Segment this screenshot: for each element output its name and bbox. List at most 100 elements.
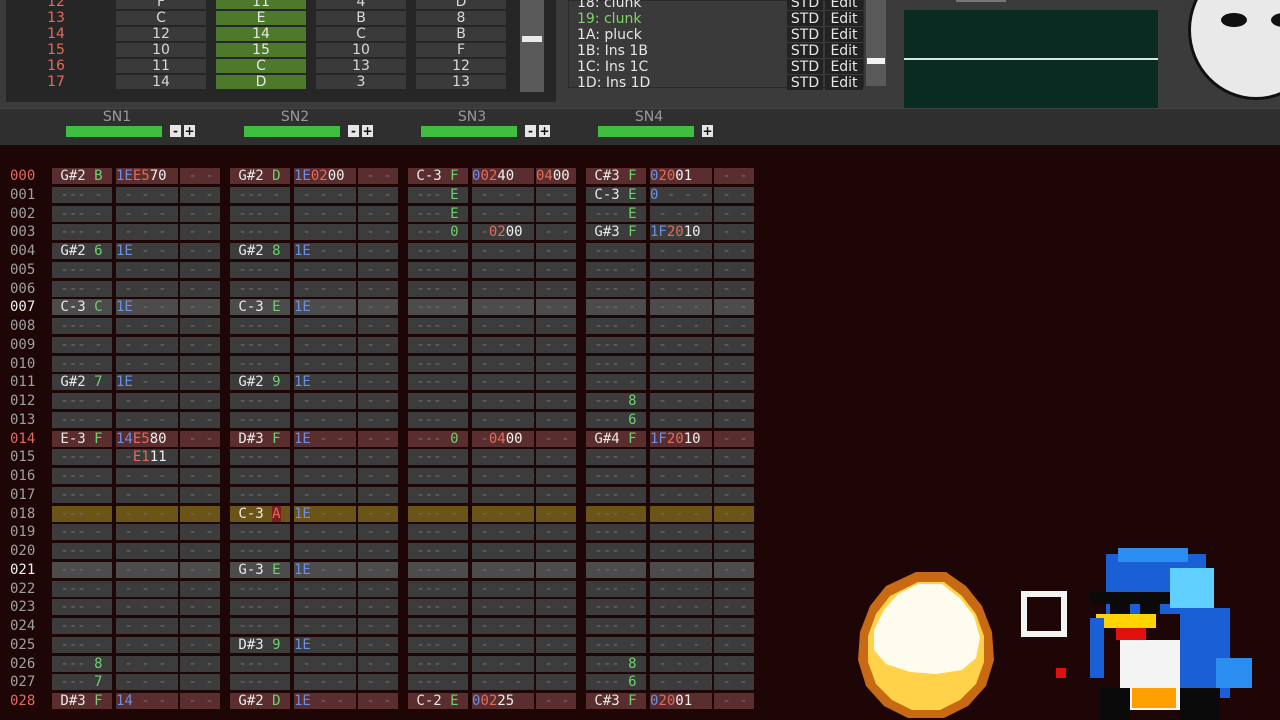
effect-cell[interactable]: - - - - <box>472 186 534 203</box>
note-cell[interactable]: --- - <box>52 618 112 634</box>
note-cell[interactable]: G#4 F <box>586 430 646 447</box>
effect2-cell[interactable]: - - <box>714 355 754 372</box>
effect-cell[interactable]: - - - - <box>650 318 712 334</box>
effect-cell[interactable]: - - - - <box>472 243 534 259</box>
effect2-cell[interactable]: - - <box>180 280 220 297</box>
effect2-cell[interactable]: - - <box>536 280 576 297</box>
order-cell[interactable]: 15 <box>216 43 306 57</box>
effect2-cell[interactable]: - - <box>358 580 398 597</box>
note-cell[interactable]: G-3 E <box>230 561 290 578</box>
note-cell[interactable]: D#3 F <box>230 430 290 447</box>
note-cell[interactable]: E-3 F <box>52 430 112 447</box>
note-cell[interactable]: --- - <box>408 355 468 372</box>
note-cell[interactable]: --- - <box>408 449 468 466</box>
effect-cell[interactable]: - - - - <box>650 374 712 391</box>
effect-cell[interactable]: - - - - <box>294 336 356 353</box>
effect-cell[interactable]: 1EE570 <box>116 168 178 184</box>
order-cell[interactable]: C <box>116 11 206 25</box>
effect2-cell[interactable]: - - <box>180 430 220 447</box>
note-cell[interactable]: --- - <box>408 468 468 484</box>
order-cell[interactable]: 12 <box>116 27 206 41</box>
effect-cell[interactable]: - - - - <box>294 674 356 691</box>
note-cell[interactable]: --- 6 <box>586 411 646 428</box>
note-cell[interactable]: --- - <box>52 205 112 222</box>
effect2-cell[interactable]: - - <box>536 336 576 353</box>
note-cell[interactable]: --- - <box>408 261 468 278</box>
instrument-edit-button[interactable]: Edit <box>825 27 863 43</box>
note-cell[interactable]: --- - <box>408 336 468 353</box>
effect2-cell[interactable]: - - <box>180 599 220 616</box>
note-cell[interactable]: --- - <box>230 318 290 334</box>
note-cell[interactable]: --- - <box>230 543 290 559</box>
effect-cell[interactable]: - - - - <box>116 280 178 297</box>
effect2-cell[interactable]: - - <box>714 393 754 409</box>
effect-cell[interactable]: - - - - <box>650 393 712 409</box>
effect-cell[interactable]: -E111 <box>116 449 178 466</box>
effect2-cell[interactable]: - - <box>536 599 576 616</box>
effect2-cell[interactable]: - - <box>536 393 576 409</box>
note-cell[interactable]: --- - <box>586 336 646 353</box>
effect2-cell[interactable]: - - <box>358 449 398 466</box>
effect2-cell[interactable]: - - <box>358 505 398 522</box>
effect2-cell[interactable]: - - <box>180 168 220 184</box>
effect2-cell[interactable]: - - <box>180 299 220 316</box>
effect2-cell[interactable]: - - <box>714 430 754 447</box>
effect2-cell[interactable]: - - <box>714 280 754 297</box>
effect-cell[interactable]: - - - - <box>294 411 356 428</box>
effect-cell[interactable]: - - - - <box>472 524 534 541</box>
order-cell[interactable]: D <box>416 0 506 9</box>
effect2-cell[interactable]: - - <box>180 618 220 634</box>
note-cell[interactable]: --- - <box>52 524 112 541</box>
instrument-edit-button[interactable]: Edit <box>825 0 863 11</box>
order-scroll-thumb[interactable] <box>522 36 542 42</box>
effect2-cell[interactable]: - - <box>714 261 754 278</box>
effect-cell[interactable]: - - - - <box>294 186 356 203</box>
effect2-cell[interactable]: - - <box>180 224 220 241</box>
effect-cell[interactable]: - - - - <box>472 318 534 334</box>
effect-cell[interactable]: - - - - <box>472 374 534 391</box>
effect-cell[interactable]: - - - - <box>650 243 712 259</box>
effect-cell[interactable]: - - - - <box>116 186 178 203</box>
effect2-cell[interactable]: - - <box>180 186 220 203</box>
effect2-cell[interactable]: - - <box>180 318 220 334</box>
effect2-cell[interactable]: - - <box>536 430 576 447</box>
effect-cell[interactable]: - - - - <box>650 411 712 428</box>
effect-cell[interactable]: - - - - <box>116 599 178 616</box>
effect2-cell[interactable]: - - <box>180 261 220 278</box>
instrument-name[interactable]: 1D: Ins 1D <box>577 75 650 91</box>
effect2-cell[interactable]: - - <box>536 299 576 316</box>
instrument-edit-button[interactable]: Edit <box>825 75 863 91</box>
order-cell[interactable]: 11 <box>216 0 306 9</box>
note-cell[interactable]: --- - <box>230 524 290 541</box>
effect2-cell[interactable]: - - <box>358 655 398 672</box>
note-cell[interactable]: --- - <box>586 243 646 259</box>
effect-cell[interactable]: - - - - <box>294 599 356 616</box>
effect-cell[interactable]: - - - - <box>116 411 178 428</box>
effect-cell[interactable]: - - - - <box>294 468 356 484</box>
effect-cell[interactable]: - - - - <box>116 580 178 597</box>
effect2-cell[interactable]: - - <box>536 186 576 203</box>
effect2-cell[interactable]: - - <box>536 374 576 391</box>
effect2-cell[interactable]: - - <box>180 374 220 391</box>
note-cell[interactable]: --- - <box>52 261 112 278</box>
effect2-cell[interactable]: - - <box>536 636 576 653</box>
note-cell[interactable]: --- - <box>52 449 112 466</box>
instrument-scroll-thumb[interactable] <box>867 58 885 64</box>
note-cell[interactable]: G#2 B <box>52 168 112 184</box>
effect2-cell[interactable]: - - <box>536 580 576 597</box>
order-cell[interactable]: 12 <box>416 59 506 73</box>
instrument-name[interactable]: 1B: Ins 1B <box>577 43 648 59</box>
effect-cell[interactable]: - - - - <box>650 261 712 278</box>
effect2-cell[interactable]: - - <box>358 205 398 222</box>
effect2-cell[interactable]: - - <box>714 336 754 353</box>
note-cell[interactable]: --- - <box>586 374 646 391</box>
effect2-cell[interactable]: - - <box>536 486 576 503</box>
note-cell[interactable]: --- - <box>52 636 112 653</box>
effect-cell[interactable]: - - - - <box>294 524 356 541</box>
effect-cell[interactable]: - - - - <box>472 336 534 353</box>
effect2-cell[interactable]: - - <box>180 411 220 428</box>
note-cell[interactable]: --- - <box>408 411 468 428</box>
note-cell[interactable]: --- - <box>230 674 290 691</box>
effect2-cell[interactable]: - - <box>714 505 754 522</box>
effect2-cell[interactable]: - - <box>358 599 398 616</box>
